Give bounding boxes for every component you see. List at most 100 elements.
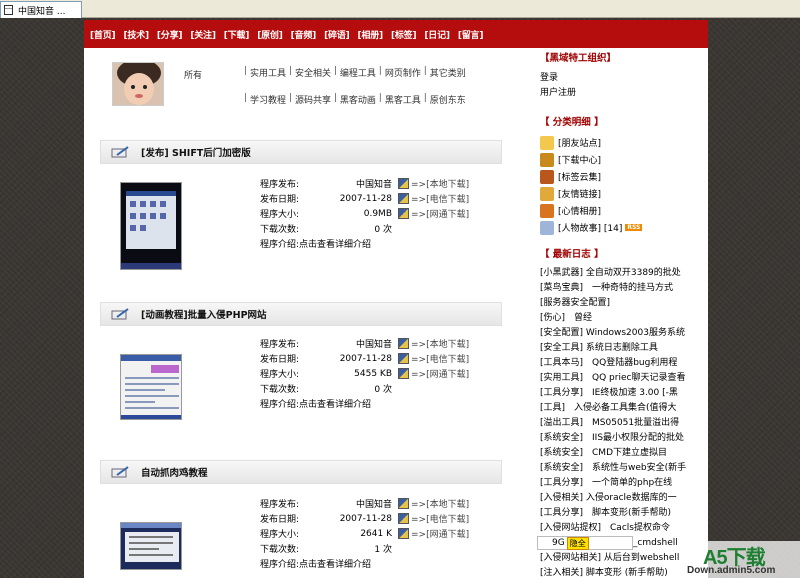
label-date: 发布日期: (260, 515, 300, 525)
log-item[interactable]: [伤心] 曾经 (540, 311, 700, 326)
post-title-bar: [发布] SHIFT后门加密版 (100, 140, 502, 164)
log-item[interactable]: [工具本马] QQ登陆器bug利用程 (540, 356, 700, 371)
nav-guestbook[interactable]: [留言] (458, 28, 484, 41)
cat-link[interactable]: 学习教程 (250, 93, 286, 106)
sidebar-cat-friends[interactable]: [朋友站点] (540, 134, 700, 151)
log-item[interactable]: [安全工具] 系统日志删除工具 (540, 341, 700, 356)
nav-share[interactable]: [分享] (157, 28, 183, 41)
cat-link[interactable]: 黑客动画 (340, 93, 376, 106)
login-link[interactable]: 登录 (540, 70, 700, 83)
post-info: 程序发布: 中国知音 =>[本地下载] 发布日期: 2007-11-28 =>[电信下载… (260, 336, 500, 411)
telecom-download-link[interactable]: =>[电信下载] (411, 512, 469, 525)
person-icon (540, 220, 554, 235)
intro-link[interactable]: 点击查看详细介绍 (299, 397, 371, 410)
nav-diary[interactable]: [日记] (424, 28, 450, 41)
nav-notes[interactable]: [碎语] (324, 28, 350, 41)
recent-log-heading: 【 最新日志 】 (540, 249, 604, 260)
cat-link[interactable]: 编程工具 (340, 66, 376, 79)
rss-badge[interactable]: RSS (625, 224, 643, 231)
local-download-link[interactable]: =>[本地下载] (411, 337, 469, 350)
downloads-value: 0 次 (374, 225, 392, 235)
nav-original[interactable]: [原创] (257, 28, 283, 41)
telecom-download-link[interactable]: =>[电信下载] (411, 352, 469, 365)
sidebar-cat-links[interactable]: [友情链接] (540, 185, 700, 202)
log-item[interactable]: [工具] 入侵必备工具集合(值得大 (540, 401, 700, 416)
post-title[interactable]: [发布] SHIFT后门加密版 (141, 145, 251, 159)
nav-focus[interactable]: [关注] (190, 28, 216, 41)
log-item[interactable]: [服务器安全配置] (540, 296, 700, 311)
log-item[interactable]: [入侵网站提权] Cacls提权命令 (540, 521, 700, 536)
log-item[interactable]: [工具分享] 一个简单的php在线 (540, 476, 700, 491)
all-label[interactable]: 所有 (184, 68, 202, 81)
label-downloads: 下载次数: (260, 385, 300, 395)
local-download-link[interactable]: =>[本地下载] (411, 497, 469, 510)
log-item[interactable]: [注入相关] 脚本变形 (新手帮助) (540, 566, 700, 578)
album-icon (540, 203, 554, 218)
sidebar-cat-album[interactable]: [心情相册] (540, 202, 700, 219)
downloads-value: 1 次 (374, 545, 392, 555)
log-item[interactable]: [入侵相关] 入侵oracle数据库的一 (540, 491, 700, 506)
cat-link[interactable]: 黑客工具 (385, 93, 421, 106)
log-item[interactable]: [溢出工具] MS05051批量溢出得 (540, 416, 700, 431)
post-info: 程序发布: 中国知音 =>[本地下载] 发布日期: 2007-11-28 =>[电信下载… (260, 496, 500, 571)
log-item[interactable]: [安全配置] Windows2003服务系统 (540, 326, 700, 341)
post-info: 程序发布: 中国知音 =>[本地下载] 发布日期: 2007-11-28 =>[电信下载… (260, 176, 500, 251)
nav-home[interactable]: [首页] (90, 28, 116, 41)
intro-link[interactable]: 点击查看详细介绍 (299, 557, 371, 570)
netcom-download-link[interactable]: =>[网通下载] (411, 207, 469, 220)
sidebar-cat-download[interactable]: [下载中心] (540, 151, 700, 168)
nav-audio[interactable]: [音频] (291, 28, 317, 41)
log-item[interactable]: [工具分享] IE终极加速 3.00 [-黑 (540, 386, 700, 401)
main-column: 所有 | 实用工具 | 安全相关 | 编程工具 | 网页制作 | 其它类别 | 学习教程 |… (100, 60, 502, 570)
cat-link[interactable]: 安全相关 (295, 66, 331, 79)
nav-album[interactable]: [相册] (358, 28, 384, 41)
download-icon (398, 193, 409, 204)
log-item[interactable]: [系统安全] IIS最小权限分配的批处 (540, 431, 700, 446)
register-link[interactable]: 用户注册 (540, 85, 700, 98)
log-item[interactable]: [小黑武器] 全自动双开3389的批处 (540, 266, 700, 281)
post-title[interactable]: 自动抓肉鸡教程 (141, 465, 208, 479)
post-title[interactable]: [动画教程]批量入侵PHP网站 (141, 307, 267, 321)
date-value: 2007-11-28 (339, 353, 392, 364)
browser-tab[interactable]: 中国知音 ... (0, 1, 82, 18)
publisher-value: 中国知音 (355, 340, 392, 350)
log-item[interactable]: [菜鸟宝典] 一种奇特的挂马方式 (540, 281, 700, 296)
pen-icon (111, 466, 129, 478)
nav-download[interactable]: [下载] (224, 28, 250, 41)
cat-link[interactable]: 其它类别 (430, 66, 466, 79)
sidebar-cat-tags[interactable]: [标签云集] (540, 168, 700, 185)
hide-all-button[interactable]: 隐全 (566, 536, 589, 550)
cat-label: [朋友站点] (558, 139, 602, 149)
post-item: [发布] SHIFT后门加密版 程序发布: 中国知音 =>[本地下载] 发布日期: 2… (100, 140, 502, 270)
post-thumbnail[interactable] (120, 354, 182, 420)
sidebar: 【黑域特工组织】 登录 用户注册 【 分类明细 】 [朋友站点] [下载中心] … (540, 50, 700, 578)
log-item[interactable]: [工具分享] 脚本变形(新手帮助) (540, 506, 700, 521)
cat-link[interactable]: 网页制作 (385, 66, 421, 79)
nav-tech[interactable]: [技术] (123, 28, 149, 41)
nav-tags[interactable]: [标签] (391, 28, 417, 41)
download-icon (398, 353, 409, 364)
telecom-download-link[interactable]: =>[电信下载] (411, 192, 469, 205)
cat-link[interactable]: 实用工具 (250, 66, 286, 79)
log-item[interactable]: [系统安全] CMD下建立虚拟目 (540, 446, 700, 461)
post-thumbnail[interactable] (120, 522, 182, 570)
label-publisher: 程序发布: (260, 180, 300, 190)
post-thumbnail[interactable] (120, 182, 182, 270)
cat-link[interactable]: 源码共享 (295, 93, 331, 106)
sidebar-cat-people[interactable]: [人物故事] [14] RSS (540, 219, 700, 236)
date-value: 2007-11-28 (339, 513, 392, 524)
netcom-download-link[interactable]: =>[网通下载] (411, 367, 469, 380)
log-item[interactable]: [系统安全] 系统性与web安全(新手 (540, 461, 700, 476)
watermark-logo: A5下载 Down.admin5.com (683, 541, 800, 578)
intro-link[interactable]: 点击查看详细介绍 (299, 237, 371, 250)
log-item[interactable]: [实用工具] QQ priec聊天记录查看 (540, 371, 700, 386)
download-icon (398, 338, 409, 349)
browser-tab-strip: 中国知音 ... (0, 0, 800, 18)
log-item[interactable]: [入侵网站相关] 从后台到webshell (540, 551, 700, 566)
netcom-download-link[interactable]: =>[网通下载] (411, 527, 469, 540)
label-intro: 程序介绍: (260, 240, 300, 250)
download-icon (398, 368, 409, 379)
label-size: 程序大小: (260, 210, 300, 220)
cat-link[interactable]: 原创东东 (430, 93, 466, 106)
local-download-link[interactable]: =>[本地下载] (411, 177, 469, 190)
